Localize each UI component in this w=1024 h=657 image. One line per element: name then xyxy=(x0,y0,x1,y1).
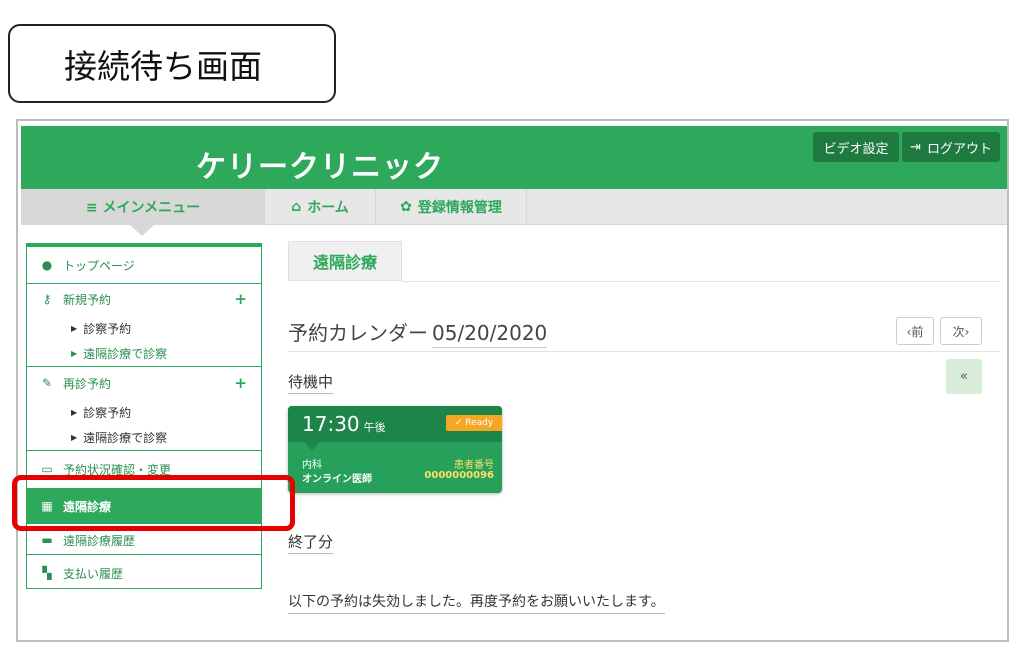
list-icon: ▬ xyxy=(41,533,53,547)
sidebar-subitem-label: 遠隔診療で診察 xyxy=(83,347,168,361)
nav-bar: ≡ メインメニュー ⌂ ホーム ✿ 登録情報管理 xyxy=(21,189,1007,225)
logout-label: ログアウト xyxy=(926,141,992,157)
divider xyxy=(27,366,261,367)
home-icon: ⌂ xyxy=(291,199,302,215)
screen-caption: 接続待ち画面 xyxy=(8,24,336,103)
ready-badge: ✓ Ready xyxy=(446,415,502,431)
nav-home-label: ホーム xyxy=(307,200,349,216)
video-settings-label: ビデオ設定 xyxy=(823,141,889,157)
expired-message: 以下の予約は失効しました。再度予約をお願いいたします。 xyxy=(288,591,665,614)
triangle-right-icon: ▶ xyxy=(71,408,78,417)
calendar-heading: 予約カレンダー 05/20/2020 xyxy=(288,317,548,348)
header-bar: ケリークリニック ビデオ設定 ⇥ ログアウト xyxy=(21,126,1007,189)
appointment-doctor: オンライン医師 xyxy=(302,474,372,485)
tab-divider xyxy=(402,281,1000,282)
logout-button[interactable]: ⇥ ログアウト xyxy=(902,132,1000,162)
calendar-divider xyxy=(288,351,1000,352)
appointment-time: 17:30 xyxy=(302,412,360,436)
collapse-icon: « xyxy=(960,369,968,384)
divider xyxy=(27,283,261,284)
caption-text: 接続待ち画面 xyxy=(64,46,262,86)
plus-icon[interactable]: + xyxy=(234,290,247,308)
collapse-button[interactable]: « xyxy=(946,359,982,394)
sidebar-subitem-new-exam[interactable]: ▶ 診察予約 xyxy=(71,320,131,337)
appointment-card-header: 17:30 午後 ✓ Ready xyxy=(288,406,502,442)
sidebar-subitem-label: 遠隔診療で診察 xyxy=(83,431,168,445)
nav-registration-label: 登録情報管理 xyxy=(417,200,502,216)
calendar-title: 予約カレンダー xyxy=(288,321,428,345)
prev-label: ‹前 xyxy=(906,324,924,339)
sidebar-subitem-re-exam[interactable]: ▶ 診察予約 xyxy=(71,404,131,421)
sidebar-item-label: 支払い履歴 xyxy=(63,566,124,581)
brand-title: ケリークリニック xyxy=(196,150,444,185)
next-button[interactable]: 次› xyxy=(940,317,982,345)
sidebar-subitem-new-tele[interactable]: ▶ 遠隔診療で診察 xyxy=(71,345,167,362)
calendar-date: 05/20/2020 xyxy=(432,321,548,348)
patient-number-label: 患者番号 xyxy=(454,460,494,471)
video-settings-button[interactable]: ビデオ設定 xyxy=(813,132,899,162)
tab-telemedicine[interactable]: 遠隔診療 xyxy=(288,241,402,281)
sidebar-item-label: 遠隔診療履歴 xyxy=(63,533,136,548)
nav-home[interactable]: ⌂ ホーム xyxy=(265,189,376,225)
pencil-icon: ✎ xyxy=(41,376,53,390)
sidebar-item-top-page[interactable]: ● トップページ xyxy=(27,247,261,283)
waiting-section-label: 待機中 xyxy=(288,371,334,394)
tab-label: 遠隔診療 xyxy=(312,253,377,272)
highlight-box xyxy=(12,475,295,531)
next-label: 次› xyxy=(952,324,970,339)
plus-icon[interactable]: + xyxy=(234,374,247,392)
triangle-right-icon: ▶ xyxy=(71,324,78,333)
patient-number: 0000000096 xyxy=(424,470,494,481)
main-menu-label: ≡ メインメニュー xyxy=(85,200,201,216)
card-caret xyxy=(304,442,320,450)
logout-icon: ⇥ xyxy=(910,139,921,155)
appointment-department: 内科 xyxy=(302,460,322,471)
gear-icon: ✿ xyxy=(400,199,412,215)
sidebar-subitem-label: 診察予約 xyxy=(83,322,132,336)
sidebar-item-new-reservation[interactable]: ⚷ 新規予約 + xyxy=(27,287,261,311)
calendar-icon: ▭ xyxy=(41,462,53,476)
app-window: ケリークリニック ビデオ設定 ⇥ ログアウト ≡ メインメニュー ⌂ ホーム ✿… xyxy=(16,119,1009,642)
cart-icon: ▚ xyxy=(42,566,52,580)
finished-section-label: 終了分 xyxy=(288,531,334,554)
triangle-right-icon: ▶ xyxy=(71,349,78,358)
sidebar-subitem-label: 診察予約 xyxy=(83,406,132,420)
appointment-time-block: 17:30 午後 xyxy=(302,412,386,436)
nav-registration[interactable]: ✿ 登録情報管理 xyxy=(376,189,527,225)
sidebar-item-re-reservation[interactable]: ✎ 再診予約 + xyxy=(27,371,261,395)
key-icon: ⚷ xyxy=(42,292,52,306)
sidebar: ● トップページ ⚷ 新規予約 + ▶ 診察予約 ▶ 遠隔診療で診察 ✎ 再診予… xyxy=(26,243,262,589)
appointment-card[interactable]: 17:30 午後 ✓ Ready 内科 オンライン医師 患者番号 00000000… xyxy=(288,406,502,493)
sidebar-item-payment-history[interactable]: ▚ 支払い履歴 xyxy=(27,556,261,590)
sidebar-subitem-re-tele[interactable]: ▶ 遠隔診療で診察 xyxy=(71,429,167,446)
user-icon: ● xyxy=(41,258,53,272)
sidebar-item-label: 新規予約 xyxy=(63,292,112,307)
sidebar-item-label: 再診予約 xyxy=(63,376,112,391)
prev-button[interactable]: ‹前 xyxy=(896,317,934,345)
triangle-right-icon: ▶ xyxy=(71,433,78,442)
menu-caret xyxy=(130,225,154,236)
divider xyxy=(27,554,261,555)
sidebar-item-label: トップページ xyxy=(63,258,135,273)
main-menu-toggle[interactable]: ≡ メインメニュー xyxy=(21,189,265,225)
appointment-ampm: 午後 xyxy=(363,421,386,434)
